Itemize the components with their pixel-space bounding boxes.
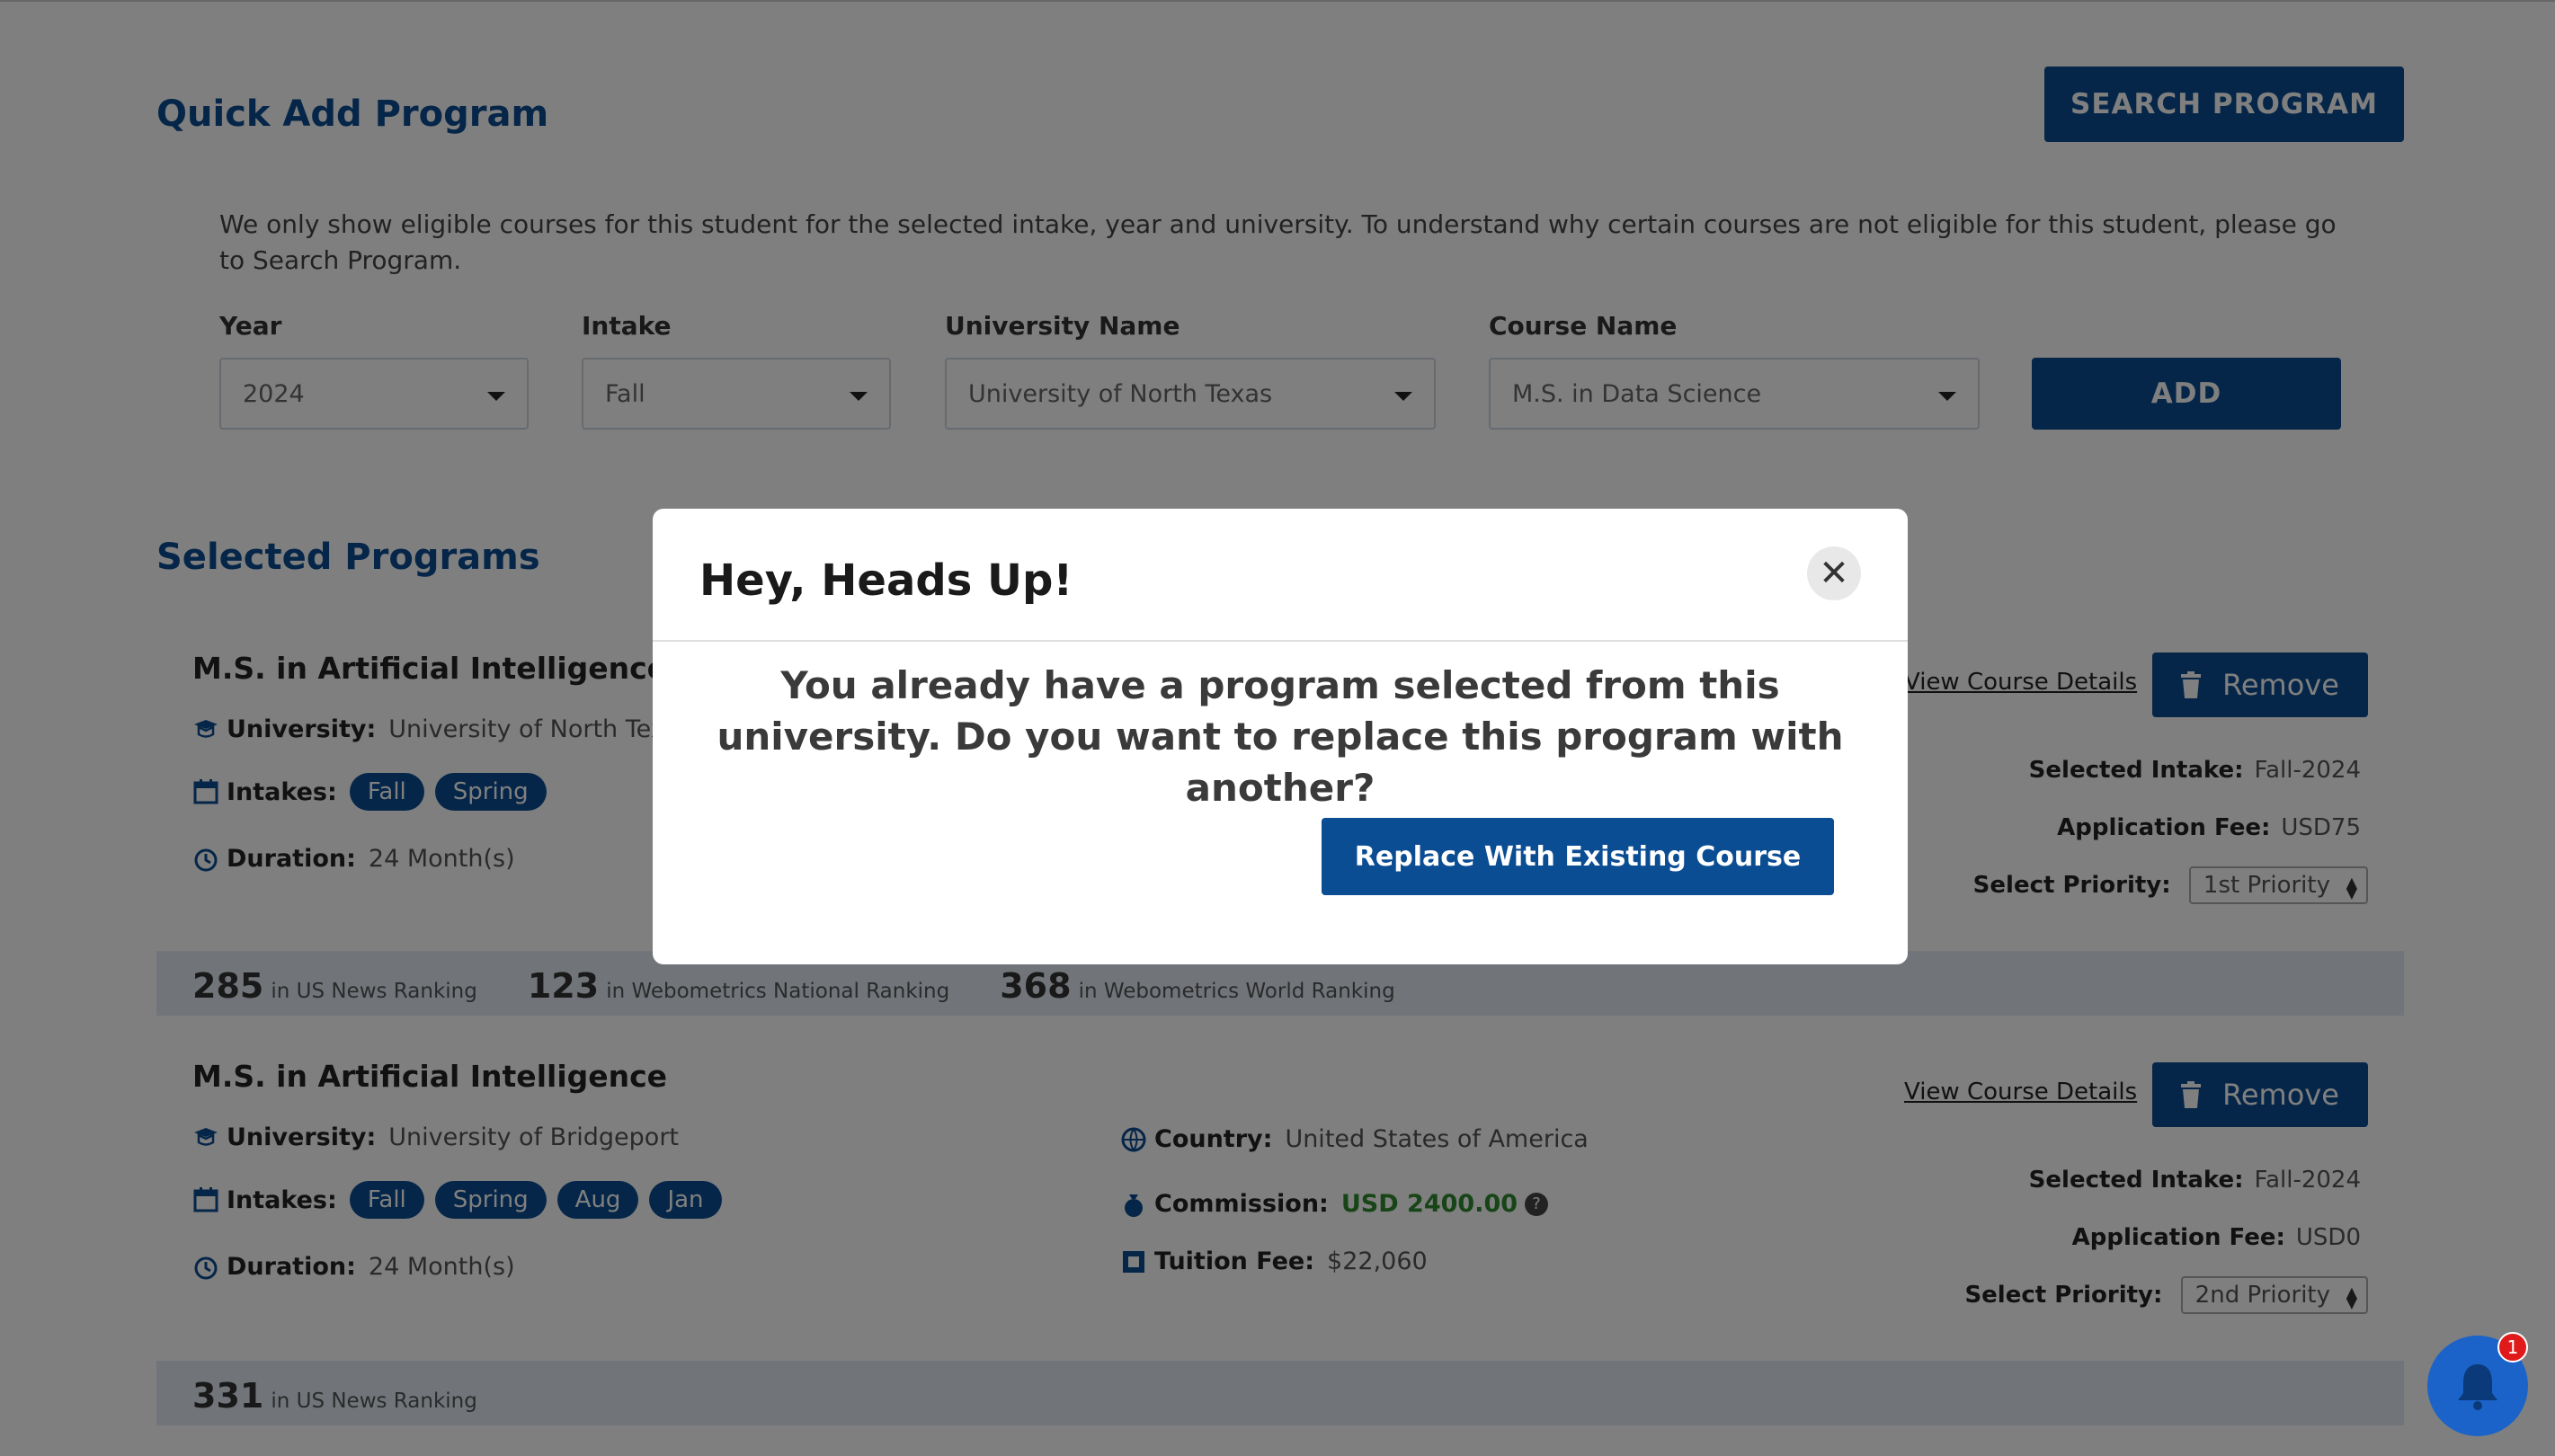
bell-icon <box>2458 1364 2497 1410</box>
heads-up-dialog: Hey, Heads Up! ✕ You already have a prog… <box>653 509 1908 964</box>
dialog-divider <box>653 640 1908 642</box>
close-icon[interactable]: ✕ <box>1807 546 1861 600</box>
replace-course-button[interactable]: Replace With Existing Course <box>1322 818 1834 895</box>
dialog-title: Hey, Heads Up! <box>699 555 1073 606</box>
page: Quick Add Program SEARCH PROGRAM We only… <box>0 0 2555 1456</box>
notification-count-badge: 1 <box>2497 1332 2528 1363</box>
dialog-message: You already have a program selected from… <box>717 663 1844 810</box>
